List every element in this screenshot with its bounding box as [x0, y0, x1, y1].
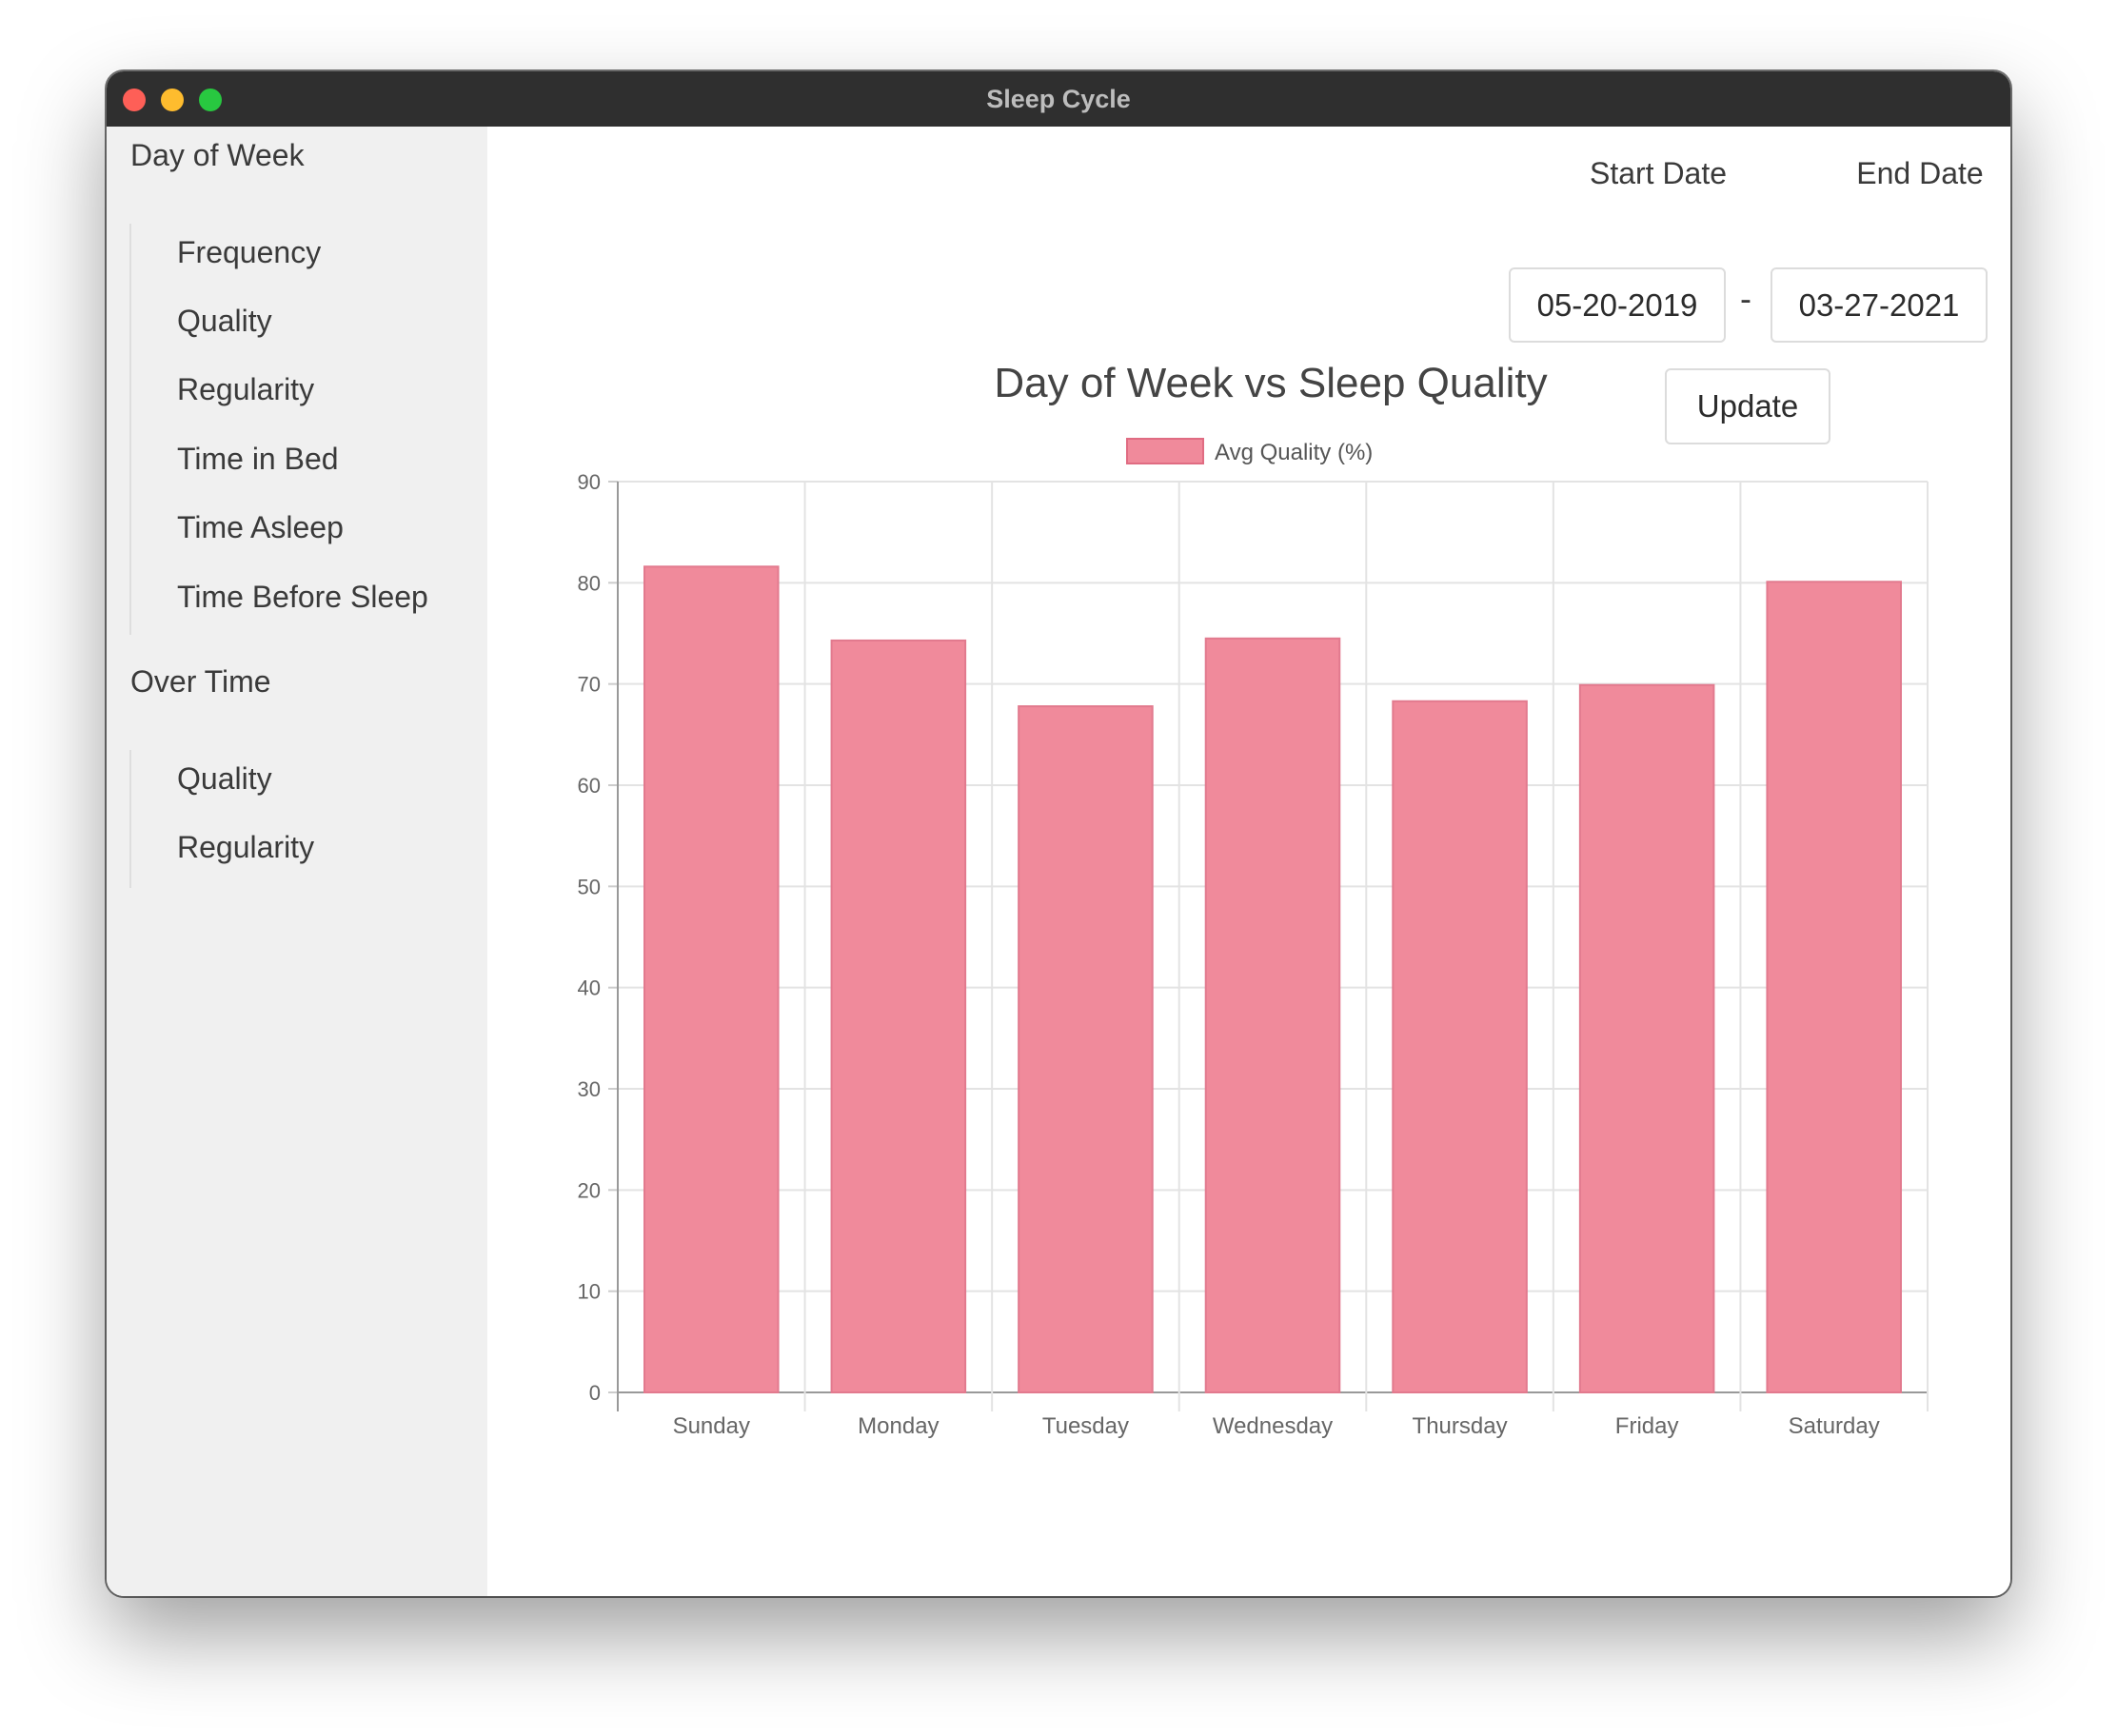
y-tick-label: 0	[589, 1381, 601, 1405]
y-tick-label: 70	[578, 673, 601, 697]
x-tick-label: Sunday	[673, 1413, 750, 1439]
chart-title: Day of Week vs Sleep Quality	[994, 360, 1547, 406]
y-tick-label: 10	[578, 1280, 601, 1304]
x-tick-label: Wednesday	[1213, 1413, 1333, 1439]
bar-saturday	[1766, 581, 1902, 1393]
legend-label: Avg Quality (%)	[1215, 440, 1373, 465]
app-window: Sleep Cycle Day of Week Frequency Qualit…	[107, 71, 2010, 1596]
bar-friday	[1578, 683, 1715, 1393]
y-tick-label: 90	[578, 470, 601, 494]
x-tick-label: Friday	[1615, 1413, 1679, 1439]
x-tick-label: Thursday	[1413, 1413, 1508, 1439]
bar-thursday	[1392, 700, 1528, 1393]
x-tick-label: Tuesday	[1042, 1413, 1129, 1439]
bar-sunday	[643, 565, 780, 1393]
y-tick-label: 80	[578, 571, 601, 595]
bar-wednesday	[1204, 637, 1341, 1393]
bar-monday	[830, 639, 967, 1393]
y-tick-label: 20	[578, 1178, 601, 1202]
legend-swatch	[1126, 438, 1204, 464]
y-tick-label: 30	[578, 1077, 601, 1101]
y-tick-label: 60	[578, 774, 601, 798]
bar-tuesday	[1018, 705, 1154, 1393]
x-tick-label: Monday	[858, 1413, 939, 1439]
y-tick-label: 40	[578, 976, 601, 1000]
y-tick-label: 50	[578, 875, 601, 898]
x-tick-label: Saturday	[1789, 1413, 1880, 1439]
bar-chart: Day of Week vs Sleep Quality Avg Quality …	[578, 360, 1929, 1439]
